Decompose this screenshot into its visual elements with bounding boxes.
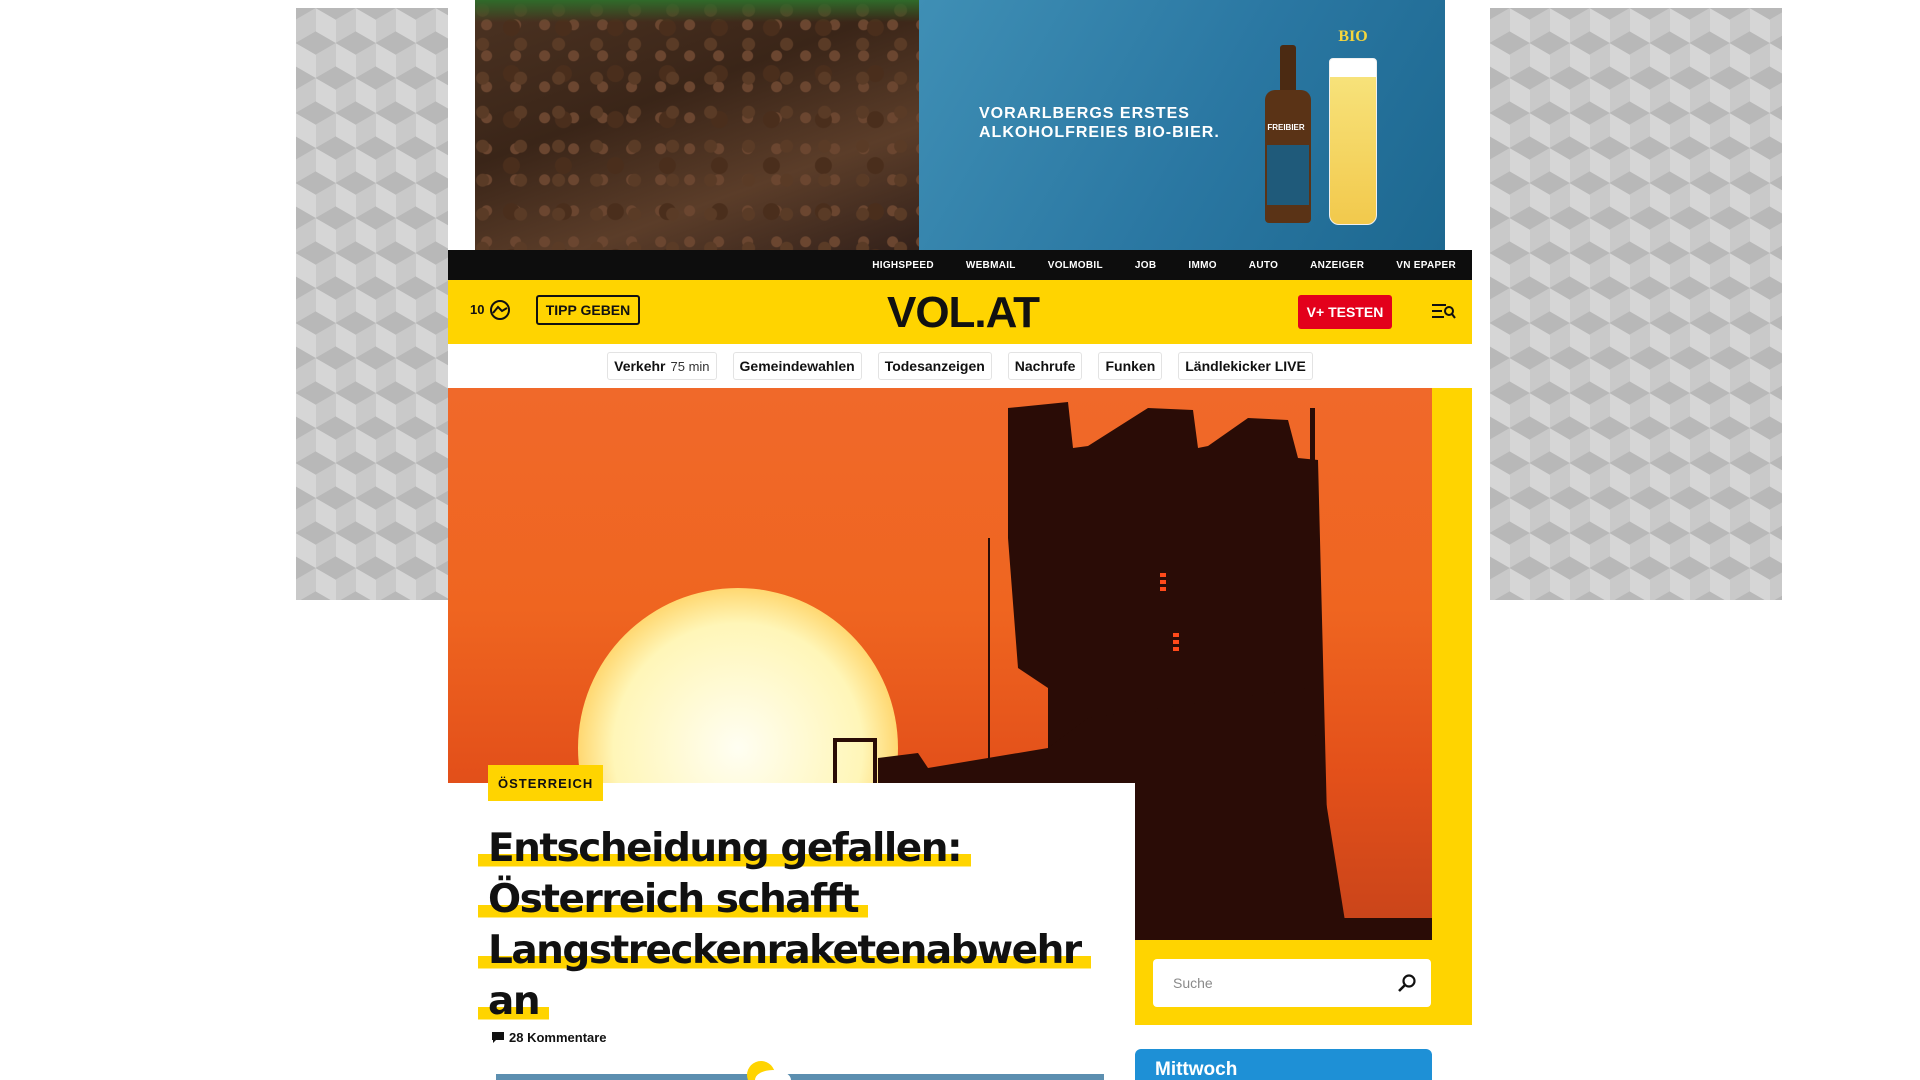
beer-bottle-image: FREIBIER	[1265, 45, 1311, 223]
quicklink-label: Gemeindewahlen	[739, 358, 855, 374]
ad-panel: VORARLBERGS ERSTES ALKOHOLFREIES BIO-BIE…	[919, 0, 1445, 250]
v-plus-testen-button[interactable]: V+ TESTEN	[1298, 295, 1392, 329]
search-input[interactable]	[1171, 974, 1395, 992]
top-navigation: HIGHSPEED WEBMAIL VOLMOBIL JOB IMMO AUTO…	[448, 250, 1472, 280]
search-icon[interactable]	[1397, 973, 1417, 993]
site-logo[interactable]: VOL.AT	[868, 288, 1058, 338]
sun-cloud-icon	[747, 1061, 791, 1080]
ad-headline-line-2: ALKOHOLFREIES BIO-BIER.	[979, 124, 1220, 141]
topnav-webmail[interactable]: WEBMAIL	[966, 260, 1016, 271]
weather-day: Mittwoch	[1155, 1059, 1238, 1080]
comment-icon	[492, 1032, 504, 1043]
bio-badge: BIO	[1338, 28, 1368, 45]
topnav-volmobil[interactable]: VOLMOBIL	[1048, 260, 1103, 271]
headline-line: Entscheidung gefallen:	[478, 826, 972, 871]
quicklink-label: Todesanzeigen	[884, 358, 985, 374]
search-panel	[1135, 940, 1472, 1025]
menu-search-icon[interactable]	[1432, 301, 1456, 321]
page: VORARLBERGS ERSTES ALKOHOLFREIES BIO-BIE…	[448, 0, 1472, 1080]
article-card[interactable]: ÖSTERREICH Entscheidung gefallen: Österr…	[448, 765, 1135, 1080]
topnav-immo[interactable]: IMMO	[1188, 260, 1216, 271]
temperature[interactable]: 10	[470, 302, 484, 317]
weather-widget[interactable]: Mittwoch	[1135, 1049, 1432, 1080]
comments-link[interactable]: 28 Kommentare	[492, 1030, 607, 1045]
bottle-label-text: FREIBIER	[1267, 123, 1305, 132]
quick-links: Verkehr 75 min Gemeindewahlen Todesanzei…	[448, 344, 1472, 388]
cloud-sun-icon[interactable]	[489, 299, 511, 321]
quicklink-label: Verkehr	[614, 358, 666, 374]
quicklink-label: Funken	[1105, 358, 1156, 374]
ad-soil-image	[475, 0, 919, 250]
quicklink-funken[interactable]: Funken	[1098, 352, 1163, 380]
comments-count: 28 Kommentare	[509, 1030, 607, 1045]
quicklink-gemeindewahlen[interactable]: Gemeindewahlen	[732, 352, 862, 380]
site-header: 10 TIPP GEBEN VOL.AT V+ TESTEN	[448, 280, 1472, 344]
quicklink-nachrufe[interactable]: Nachrufe	[1007, 352, 1083, 380]
quicklink-label: Nachrufe	[1014, 358, 1076, 374]
quicklink-label: Ländlekicker LIVE	[1185, 358, 1306, 374]
traffic-delay: 75 min	[670, 358, 710, 374]
ad-banner[interactable]: VORARLBERGS ERSTES ALKOHOLFREIES BIO-BIE…	[475, 0, 1445, 250]
headline-line: an	[478, 979, 550, 1024]
quicklink-laendlekicker-live[interactable]: Ländlekicker LIVE	[1178, 352, 1313, 380]
category-tag[interactable]: ÖSTERREICH	[488, 765, 604, 801]
search-box	[1153, 959, 1431, 1007]
headline-line: Langstreckenraketenabwehr	[478, 928, 1091, 973]
ad-headline-line-1: VORARLBERGS ERSTES	[979, 105, 1190, 122]
headline-line: Österreich schafft	[478, 877, 869, 922]
article-image-preview	[496, 1074, 1104, 1080]
topnav-auto[interactable]: AUTO	[1249, 260, 1278, 271]
tipp-geben-button[interactable]: TIPP GEBEN	[536, 295, 640, 325]
topnav-anzeiger[interactable]: ANZEIGER	[1310, 260, 1364, 271]
beer-glass-image	[1329, 58, 1377, 225]
quicklink-verkehr[interactable]: Verkehr 75 min	[607, 352, 717, 380]
quicklink-todesanzeigen[interactable]: Todesanzeigen	[877, 352, 992, 380]
topnav-job[interactable]: JOB	[1135, 260, 1156, 271]
ad-leaf-image	[475, 0, 919, 22]
topnav-highspeed[interactable]: HIGHSPEED	[872, 260, 934, 271]
hero-side-accent	[1432, 388, 1472, 1025]
side-pattern-left	[296, 8, 448, 600]
top-navigation-list: HIGHSPEED WEBMAIL VOLMOBIL JOB IMMO AUTO…	[872, 250, 1456, 280]
side-pattern-right	[1490, 8, 1782, 600]
topnav-vn-epaper[interactable]: VN EPAPER	[1396, 260, 1456, 271]
article-headline[interactable]: Entscheidung gefallen: Österreich schaff…	[478, 823, 1091, 1027]
